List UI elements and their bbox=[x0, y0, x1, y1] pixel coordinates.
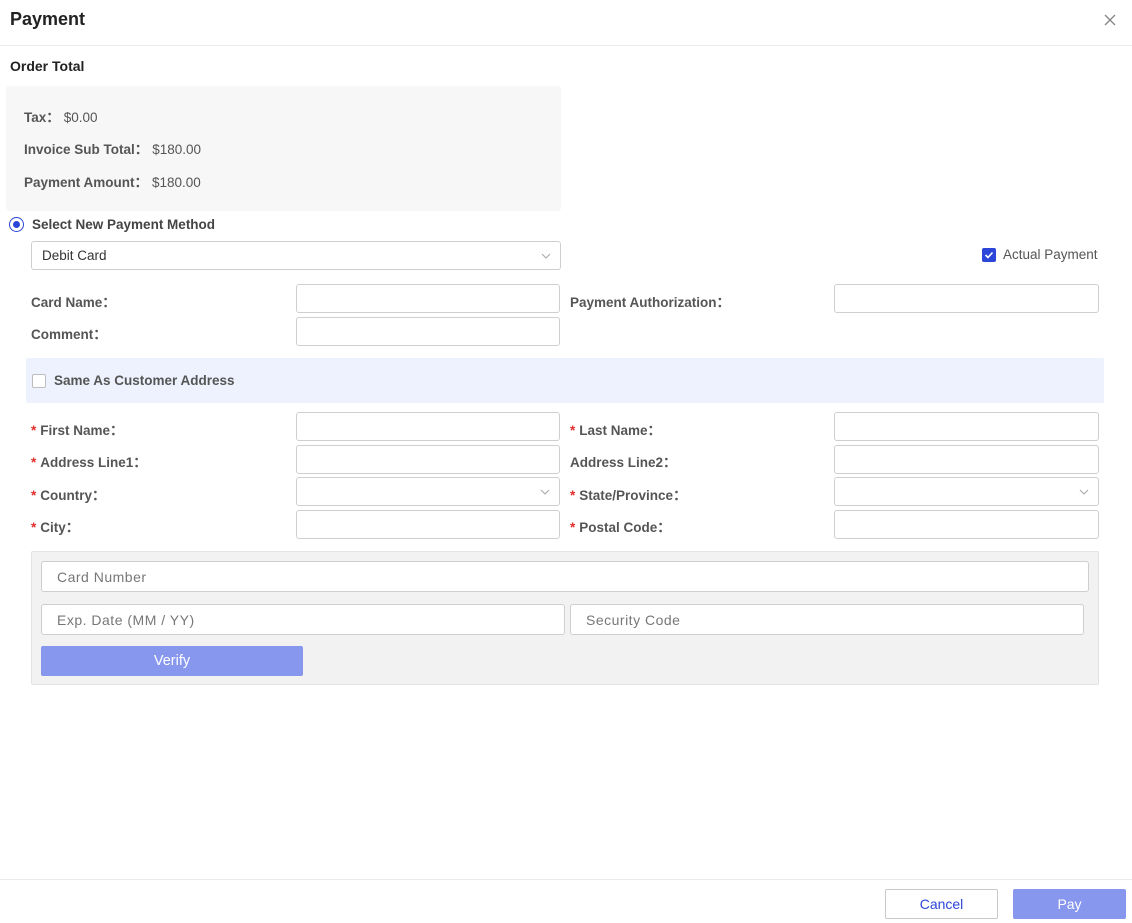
colon: ： bbox=[65, 520, 80, 535]
close-icon[interactable] bbox=[1102, 12, 1118, 28]
same-as-customer-address-band: Same As Customer Address bbox=[26, 358, 1104, 403]
city-label: * City： bbox=[31, 516, 79, 536]
required-mark: * bbox=[31, 455, 37, 470]
card-entry-panel: Verify bbox=[31, 551, 1099, 685]
address-line1-text: Address Line1 bbox=[40, 455, 134, 470]
comment-text: Comment bbox=[31, 327, 94, 342]
radio-button[interactable] bbox=[9, 217, 24, 232]
postal-code-label: * Postal Code： bbox=[570, 516, 671, 536]
required-mark: * bbox=[570, 488, 576, 503]
tax-value: $0.00 bbox=[63, 110, 98, 125]
pay-button[interactable]: Pay bbox=[1013, 889, 1126, 919]
country-select[interactable] bbox=[296, 477, 560, 506]
state-province-text: State/Province bbox=[579, 488, 674, 503]
city-text: City bbox=[40, 520, 66, 535]
colon: ： bbox=[110, 423, 124, 438]
address-line1-label: * Address Line1： bbox=[31, 451, 147, 471]
card-name-text: Card Name bbox=[31, 295, 103, 310]
first-name-text: First Name bbox=[40, 423, 111, 438]
colon: ： bbox=[673, 488, 687, 503]
payment-authorization-label: Payment Authorization： bbox=[570, 291, 730, 311]
card-number-input[interactable] bbox=[41, 561, 1089, 592]
tax-separator: ： bbox=[46, 110, 60, 125]
postal-code-text: Postal Code bbox=[579, 520, 658, 535]
chevron-down-icon bbox=[541, 253, 551, 259]
state-province-label: * State/Province： bbox=[570, 484, 687, 504]
address-line1-input[interactable] bbox=[296, 445, 560, 474]
state-province-select[interactable] bbox=[834, 477, 1099, 506]
comment-label: Comment： bbox=[31, 323, 107, 343]
colon: ： bbox=[92, 488, 106, 503]
colon: ： bbox=[716, 295, 731, 310]
colon: ： bbox=[133, 455, 147, 470]
chevron-down-icon bbox=[1079, 489, 1089, 495]
new-payment-method-radio[interactable]: Select New Payment Method bbox=[9, 217, 215, 232]
payment-amount-label: Payment Amount bbox=[24, 175, 135, 190]
sub-total-value: $180.00 bbox=[152, 142, 202, 157]
postal-code-input[interactable] bbox=[834, 510, 1099, 539]
required-mark: * bbox=[31, 488, 37, 503]
address-line2-text: Address Line2 bbox=[570, 455, 664, 470]
comment-input[interactable] bbox=[296, 317, 560, 346]
same-as-customer-checkbox[interactable] bbox=[32, 374, 46, 388]
dialog-header: Payment bbox=[0, 0, 1132, 46]
sub-total-separator: ： bbox=[134, 142, 149, 157]
same-as-customer-label: Same As Customer Address bbox=[54, 373, 235, 388]
address-line2-input[interactable] bbox=[834, 445, 1099, 474]
first-name-input[interactable] bbox=[296, 412, 560, 441]
check-icon bbox=[984, 251, 994, 259]
card-name-input[interactable] bbox=[296, 284, 560, 313]
colon: ： bbox=[663, 455, 677, 470]
actual-payment-label: Actual Payment bbox=[1003, 247, 1098, 262]
required-mark: * bbox=[31, 423, 37, 438]
last-name-input[interactable] bbox=[834, 412, 1099, 441]
required-mark: * bbox=[570, 423, 576, 438]
colon: ： bbox=[647, 423, 662, 438]
tax-row: Tax： $0.00 bbox=[24, 106, 98, 126]
chevron-down-icon bbox=[540, 489, 550, 495]
order-total-title: Order Total bbox=[10, 58, 85, 74]
required-mark: * bbox=[570, 520, 576, 535]
colon: ： bbox=[657, 520, 671, 535]
country-text: Country bbox=[40, 488, 93, 503]
radio-dot bbox=[13, 221, 20, 228]
order-summary: Tax： $0.00 Invoice Sub Total： $180.00 Paym… bbox=[6, 86, 561, 211]
payment-amount-value: $180.00 bbox=[152, 175, 201, 190]
dialog-title: Payment bbox=[10, 9, 86, 29]
payment-method-select[interactable]: Debit Card bbox=[31, 241, 561, 270]
sub-total-row: Invoice Sub Total： $180.00 bbox=[24, 138, 201, 158]
verify-button[interactable]: Verify bbox=[41, 646, 303, 676]
payment-authorization-text: Payment Authorization bbox=[570, 295, 717, 310]
first-name-label: * First Name： bbox=[31, 419, 124, 439]
actual-payment-check[interactable] bbox=[982, 247, 996, 262]
security-code-input[interactable] bbox=[570, 604, 1084, 635]
payment-method-value: Debit Card bbox=[42, 248, 107, 263]
payment-authorization-input[interactable] bbox=[834, 284, 1099, 313]
tax-label: Tax bbox=[24, 110, 47, 125]
country-label: * Country： bbox=[31, 484, 106, 504]
card-name-label: Card Name： bbox=[31, 291, 116, 311]
city-input[interactable] bbox=[296, 510, 560, 539]
colon: ： bbox=[93, 327, 107, 342]
colon: ： bbox=[102, 295, 116, 310]
actual-payment-checkbox[interactable]: Actual Payment bbox=[982, 247, 1098, 262]
address-line2-label: Address Line2： bbox=[570, 451, 677, 471]
last-name-label: * Last Name： bbox=[570, 419, 661, 439]
new-payment-method-label: Select New Payment Method bbox=[32, 217, 216, 232]
exp-date-input[interactable] bbox=[41, 604, 565, 635]
cancel-button[interactable]: Cancel bbox=[885, 889, 998, 919]
last-name-text: Last Name bbox=[579, 423, 648, 438]
payment-amount-row: Payment Amount： $180.00 bbox=[24, 171, 201, 191]
sub-total-label: Invoice Sub Total bbox=[24, 142, 135, 157]
payment-amount-separator: ： bbox=[134, 175, 149, 190]
required-mark: * bbox=[31, 520, 37, 535]
